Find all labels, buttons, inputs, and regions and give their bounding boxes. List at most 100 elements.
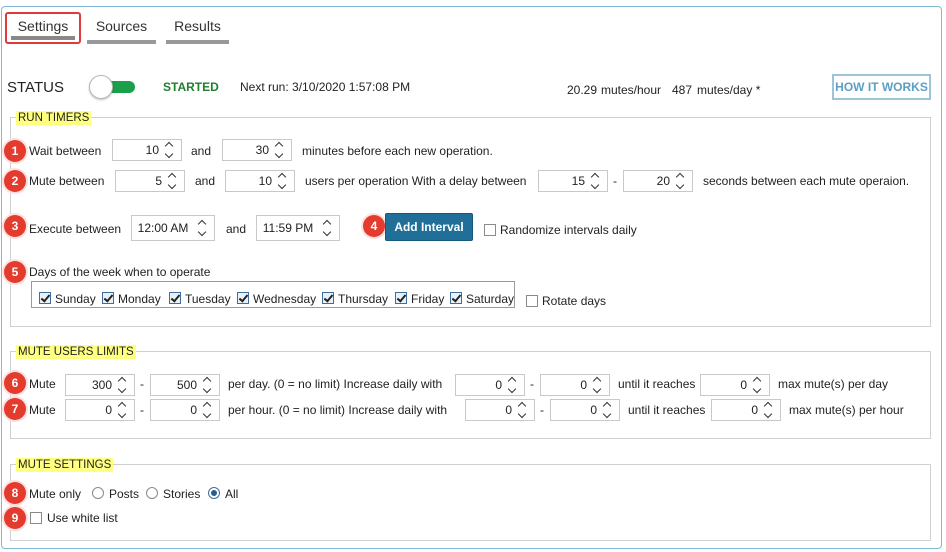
per-day-inc-max-value: 0 bbox=[580, 378, 587, 392]
white-list-checkbox[interactable] bbox=[30, 512, 42, 524]
how-it-works-button[interactable]: HOW IT WORKS bbox=[832, 74, 931, 100]
rotate-days-checkbox[interactable] bbox=[526, 295, 538, 307]
spinner-arrows-icon[interactable] bbox=[168, 173, 178, 189]
spinner-arrows-icon[interactable] bbox=[118, 377, 128, 393]
day-checkbox-wednesday[interactable] bbox=[237, 292, 249, 304]
spinner-arrows-icon[interactable] bbox=[593, 377, 603, 393]
per-day-cap-value: 0 bbox=[740, 378, 747, 392]
mute-settings-title: MUTE SETTINGS bbox=[16, 458, 114, 472]
wait-min-stepper[interactable]: 10 bbox=[112, 139, 182, 161]
spinner-arrows-icon[interactable] bbox=[278, 173, 288, 189]
day-label-tuesday: Tuesday bbox=[185, 292, 231, 306]
step-badge-7: 7 bbox=[4, 398, 26, 420]
rate-per-hour-value: 20.29 bbox=[567, 83, 598, 97]
per-day-min-value: 300 bbox=[91, 378, 112, 392]
delay-max-stepper[interactable]: 20 bbox=[623, 170, 693, 192]
delay-max-value: 20 bbox=[656, 174, 670, 188]
per-hour-min-stepper[interactable]: 0 bbox=[65, 399, 135, 421]
radio-stories[interactable] bbox=[146, 487, 158, 499]
spinner-arrows-icon[interactable] bbox=[203, 402, 213, 418]
dash-label: - bbox=[140, 377, 144, 391]
per-day-cap-stepper[interactable]: 0 bbox=[700, 374, 770, 396]
spinner-arrows-icon[interactable] bbox=[198, 220, 208, 236]
per-day-inc-max-stepper[interactable]: 0 bbox=[540, 374, 610, 396]
tab-underline bbox=[11, 36, 75, 40]
add-interval-button[interactable]: Add Interval bbox=[385, 213, 473, 241]
spinner-arrows-icon[interactable] bbox=[753, 377, 763, 393]
step-badge-5: 5 bbox=[4, 261, 26, 283]
wait-between-label: Wait between bbox=[29, 144, 102, 158]
delay-min-value: 15 bbox=[571, 174, 585, 188]
spinner-arrows-icon[interactable] bbox=[518, 402, 528, 418]
per-hour-inc-max-value: 0 bbox=[590, 403, 597, 417]
spinner-arrows-icon[interactable] bbox=[508, 377, 518, 393]
per-day-max-stepper[interactable]: 500 bbox=[150, 374, 220, 396]
status-state: STARTED bbox=[163, 80, 219, 94]
day-checkbox-friday[interactable] bbox=[395, 292, 407, 304]
wait-max-stepper[interactable]: 30 bbox=[222, 139, 292, 161]
per-hour-max-value: 0 bbox=[190, 403, 197, 417]
tab-settings[interactable]: Settings bbox=[5, 12, 81, 44]
per-day-inc-min-stepper[interactable]: 0 bbox=[455, 374, 525, 396]
tab-underline bbox=[166, 40, 229, 44]
mute-min-stepper[interactable]: 5 bbox=[115, 170, 185, 192]
tab-results-label: Results bbox=[174, 18, 221, 34]
per-hour-suffix: max mute(s) per hour bbox=[789, 403, 904, 417]
next-run-text: Next run: 3/10/2020 1:57:08 PM bbox=[240, 80, 411, 94]
spinner-arrows-icon[interactable] bbox=[764, 402, 774, 418]
white-list-label: Use white list bbox=[47, 511, 118, 525]
days-label: Days of the week when to operate bbox=[29, 265, 211, 279]
and-label: and bbox=[195, 174, 216, 188]
day-label-thursday: Thursday bbox=[338, 292, 389, 306]
step-badge-3: 3 bbox=[4, 215, 26, 237]
step-badge-9: 9 bbox=[4, 507, 26, 529]
day-checkbox-thursday[interactable] bbox=[322, 292, 334, 304]
step-badge-8: 8 bbox=[4, 482, 26, 504]
per-day-until-label: until it reaches bbox=[618, 377, 696, 391]
per-day-min-stepper[interactable]: 300 bbox=[65, 374, 135, 396]
spinner-arrows-icon[interactable] bbox=[591, 173, 601, 189]
tab-sources[interactable]: Sources bbox=[87, 12, 156, 44]
per-hour-inc-min-stepper[interactable]: 0 bbox=[465, 399, 535, 421]
mute-max-value: 10 bbox=[258, 174, 272, 188]
mute-min-value: 5 bbox=[155, 174, 162, 188]
dash-label: - bbox=[140, 403, 144, 417]
radio-posts[interactable] bbox=[92, 487, 104, 499]
per-hour-cap-stepper[interactable]: 0 bbox=[711, 399, 781, 421]
execute-start-value: 12:00 AM bbox=[137, 221, 189, 235]
status-toggle[interactable] bbox=[89, 75, 135, 99]
per-day-suffix: max mute(s) per day bbox=[778, 377, 889, 391]
per-hour-inc-max-stepper[interactable]: 0 bbox=[550, 399, 620, 421]
step-badge-6: 6 bbox=[4, 372, 26, 394]
spinner-arrows-icon[interactable] bbox=[118, 402, 128, 418]
wait-max-value: 30 bbox=[255, 143, 269, 157]
per-hour-mute-label: Mute bbox=[29, 403, 56, 417]
day-checkbox-tuesday[interactable] bbox=[169, 292, 181, 304]
execute-end-time[interactable]: 11:59 PM bbox=[256, 215, 340, 241]
day-checkbox-monday[interactable] bbox=[102, 292, 114, 304]
day-label-wednesday: Wednesday bbox=[253, 292, 317, 306]
tab-results[interactable]: Results bbox=[166, 12, 229, 44]
spinner-arrows-icon[interactable] bbox=[323, 220, 333, 236]
per-day-mute-label: Mute bbox=[29, 377, 56, 391]
per-hour-max-stepper[interactable]: 0 bbox=[150, 399, 220, 421]
rate-per-hour-unit: mutes/hour bbox=[601, 83, 662, 97]
mute-max-stepper[interactable]: 10 bbox=[225, 170, 295, 192]
radio-all[interactable] bbox=[208, 487, 220, 499]
wait-suffix: minutes before each new operation. bbox=[302, 144, 493, 158]
tab-sources-label: Sources bbox=[95, 18, 148, 34]
spinner-arrows-icon[interactable] bbox=[203, 377, 213, 393]
radio-posts-label: Posts bbox=[109, 487, 140, 501]
delay-suffix: seconds between each mute operaion. bbox=[703, 174, 910, 188]
spinner-arrows-icon[interactable] bbox=[676, 173, 686, 189]
mute-between-label: Mute between bbox=[29, 174, 105, 188]
day-checkbox-sunday[interactable] bbox=[39, 292, 51, 304]
execute-start-time[interactable]: 12:00 AM bbox=[131, 215, 215, 241]
spinner-arrows-icon[interactable] bbox=[603, 402, 613, 418]
spinner-arrows-icon[interactable] bbox=[165, 142, 175, 158]
randomize-checkbox[interactable] bbox=[484, 224, 496, 236]
status-label: STATUS bbox=[7, 79, 64, 96]
delay-min-stepper[interactable]: 15 bbox=[538, 170, 608, 192]
spinner-arrows-icon[interactable] bbox=[275, 142, 285, 158]
day-checkbox-saturday[interactable] bbox=[450, 292, 462, 304]
